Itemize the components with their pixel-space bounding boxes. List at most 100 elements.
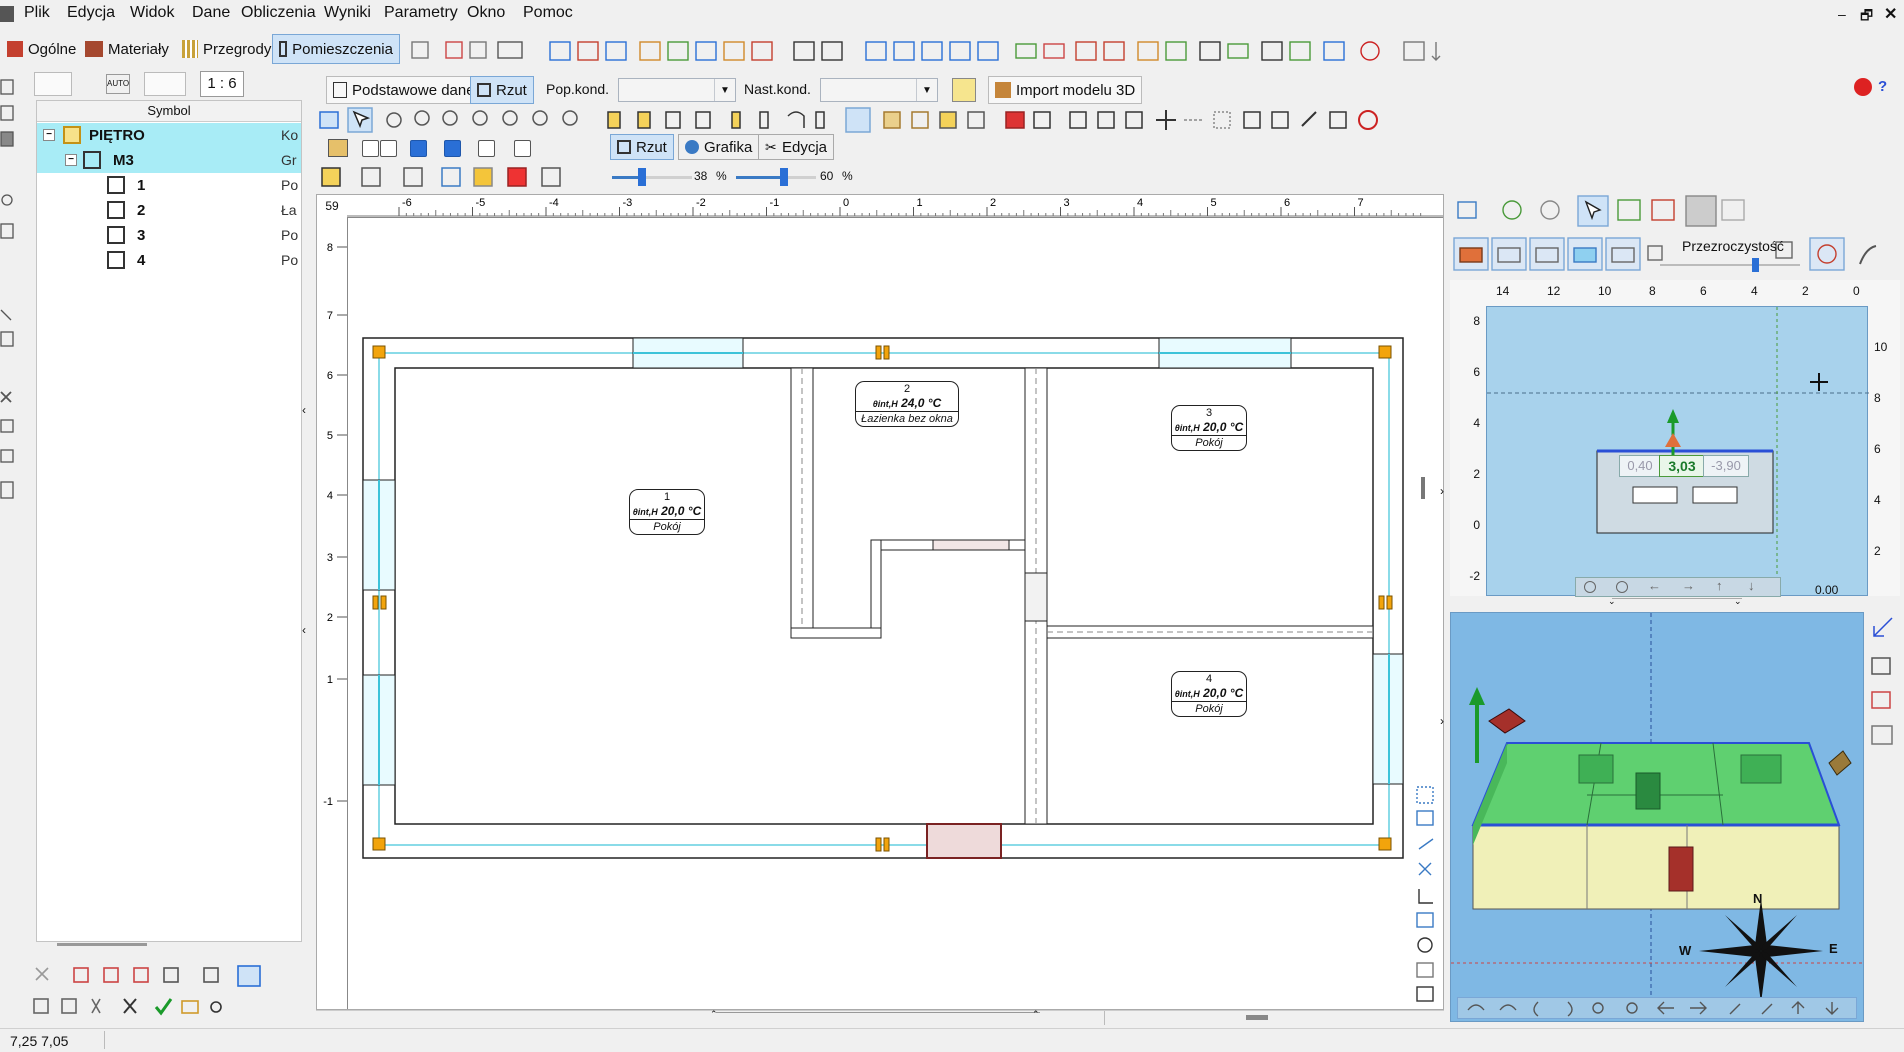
menu-pomoc[interactable]: Pomoc	[523, 4, 573, 22]
opacity-slider-1[interactable]	[612, 168, 692, 186]
compass-east: E	[1829, 941, 1838, 956]
tree-row-m3[interactable]: − M3 Gr	[37, 148, 301, 173]
tree-row-room-4[interactable]: 4 Po	[37, 248, 301, 273]
tree-row-col2: Po	[281, 252, 299, 268]
elevation-value-2[interactable]: 3,03	[1659, 455, 1705, 477]
menu-wyniki[interactable]: Wyniki	[324, 4, 371, 22]
arrow-right-icon[interactable]: →	[1682, 578, 1695, 593]
checkbox-4[interactable]	[478, 140, 495, 157]
tab-rzut[interactable]: Rzut	[470, 76, 534, 104]
right-splitter[interactable]: › ›	[1440, 194, 1450, 1014]
elevation-ruler-label: 12	[1547, 284, 1561, 298]
arrow-down-icon[interactable]: ↓	[1748, 578, 1755, 593]
menu-parametry[interactable]: Parametry	[384, 4, 458, 22]
nast-kond-label: Nast.kond.	[744, 81, 811, 97]
center-tabs: Podstawowe dane Rzut Pop.kond. ▼ Nast.ko…	[326, 76, 1887, 104]
room-label-2[interactable]: 2 θint,H 24,0 °C Łazienka bez okna	[855, 381, 959, 427]
view-tab-edycja[interactable]: ✂ Edycja	[758, 134, 835, 160]
layers-icon[interactable]	[328, 139, 348, 157]
plan-vscroll[interactable]	[1421, 477, 1425, 499]
module-materialy[interactable]: Materiały	[78, 34, 176, 64]
module-przegrody[interactable]: Przegrody	[175, 34, 278, 64]
partitions-icon	[182, 40, 198, 58]
scale-field[interactable]: 1 : 6	[200, 71, 244, 97]
elevation-ruler-label: 0	[1853, 284, 1860, 298]
elevation-canvas: 0,40 3,03 -3,90 ← → ↑ ↓ 0.00	[1486, 306, 1869, 597]
room-name: Pokój	[630, 519, 704, 534]
menu-obliczenia[interactable]: Obliczenia	[241, 4, 316, 22]
ruler-label: -1	[323, 796, 333, 808]
tree-row-col2: Po	[281, 177, 299, 193]
checkbox-3[interactable]	[444, 140, 461, 157]
view-tab-grafika[interactable]: Grafika	[678, 134, 760, 160]
room-label-1[interactable]: 1 θint,H 20,0 °C Pokój	[629, 489, 705, 535]
room-icon	[107, 201, 125, 219]
bottom-splitter[interactable]: ⌃ ⌃	[710, 1009, 1040, 1021]
menu-okno[interactable]: Okno	[467, 4, 505, 22]
ruler-label: 5	[1211, 197, 1217, 209]
tree-hscrollbar[interactable]	[57, 943, 147, 946]
checkbox-2[interactable]	[410, 140, 427, 157]
close-button[interactable]: ✕	[1884, 4, 1897, 24]
arrow-up-icon[interactable]: ↑	[1716, 578, 1723, 593]
cursor-coordinates: 7,25 7,05	[10, 1033, 69, 1049]
plan-side-tools	[1413, 783, 1439, 1007]
elevation-value-3[interactable]: -3,90	[1703, 455, 1749, 477]
nav-circle-icon[interactable]	[1584, 581, 1596, 593]
room-label-3[interactable]: 3 θint,H 20,0 °C Pokój	[1171, 405, 1247, 451]
view-mode-dropdown[interactable]	[34, 72, 72, 96]
opacity-slider-2-thumb[interactable]	[780, 168, 788, 186]
module-ogolne[interactable]: Ogólne	[0, 34, 83, 64]
arrow-left-icon[interactable]: ←	[1648, 578, 1661, 593]
room-label-4[interactable]: 4 θint,H 20,0 °C Pokój	[1171, 671, 1247, 717]
error-icon[interactable]	[1854, 78, 1872, 96]
elevation-value-1[interactable]: 0,40	[1619, 455, 1661, 477]
tree-row-col2: Po	[281, 227, 299, 243]
hscroll-handle[interactable]	[1246, 1015, 1268, 1020]
sync-button[interactable]	[952, 78, 976, 102]
minimize-button[interactable]: –	[1838, 6, 1846, 22]
menu-edycja[interactable]: Edycja	[67, 4, 115, 22]
pop-kond-select[interactable]: ▼	[618, 78, 736, 102]
menu-plik[interactable]: Plik	[24, 4, 50, 22]
theta-symbol: θint,H	[632, 507, 658, 517]
right-toolbar-1	[1450, 194, 1904, 230]
opacity-slider-2[interactable]	[736, 168, 816, 186]
ruler-label: 7	[327, 310, 333, 322]
checkbox-5[interactable]	[514, 140, 531, 157]
checkbox-1a[interactable]	[362, 140, 379, 157]
nav-circle-icon[interactable]	[1616, 581, 1628, 593]
tree-row-room-3[interactable]: 3 Po	[37, 223, 301, 248]
opacity-1-unit: %	[716, 169, 727, 183]
help-icon[interactable]: ?	[1878, 78, 1894, 96]
tree-layout-dropdown[interactable]	[144, 72, 186, 96]
ruler-label: 6	[327, 370, 333, 382]
ruler-label: 4	[327, 490, 333, 502]
menu-widok[interactable]: Widok	[130, 4, 174, 22]
checkbox-1b[interactable]	[380, 140, 397, 157]
elevation-ruler-label: 6	[1874, 442, 1881, 456]
transparency-thumb[interactable]	[1752, 258, 1759, 272]
collapse-icon[interactable]: −	[43, 129, 55, 141]
auto-button[interactable]: AUTO	[106, 74, 130, 94]
import-3d-button[interactable]: Import modelu 3D	[988, 76, 1143, 104]
nast-kond-select[interactable]: ▼	[820, 78, 938, 102]
elevation-ruler-label: 2	[1802, 284, 1809, 298]
right-splitter-h[interactable]: ⌄ ⌄	[1608, 596, 1742, 607]
ruler-label: -5	[476, 197, 486, 209]
opacity-slider-1-thumb[interactable]	[638, 168, 646, 186]
transparency-slider[interactable]	[1660, 258, 1800, 272]
tree-row-room-2[interactable]: 2 Ła	[37, 198, 301, 223]
tree-row-label: 2	[137, 202, 146, 219]
panel-collapse-handle[interactable]: ‹ ‹	[302, 400, 310, 700]
module-pomieszczenia[interactable]: Pomieszczenia	[272, 34, 400, 64]
tab-podstawowe-dane[interactable]: Podstawowe dane	[326, 76, 482, 104]
tree-row-room-1[interactable]: 1 Po	[37, 173, 301, 198]
view-tab-rzut[interactable]: Rzut	[610, 134, 674, 160]
menu-dane[interactable]: Dane	[192, 4, 230, 22]
room-number: 2	[903, 383, 911, 395]
restore-button[interactable]: 🗗	[1860, 5, 1873, 29]
tree-row-pietro[interactable]: − PIĘTRO Ko	[37, 123, 301, 148]
elevation-ruler-label: 2	[1473, 467, 1480, 481]
collapse-icon[interactable]: −	[65, 154, 77, 166]
